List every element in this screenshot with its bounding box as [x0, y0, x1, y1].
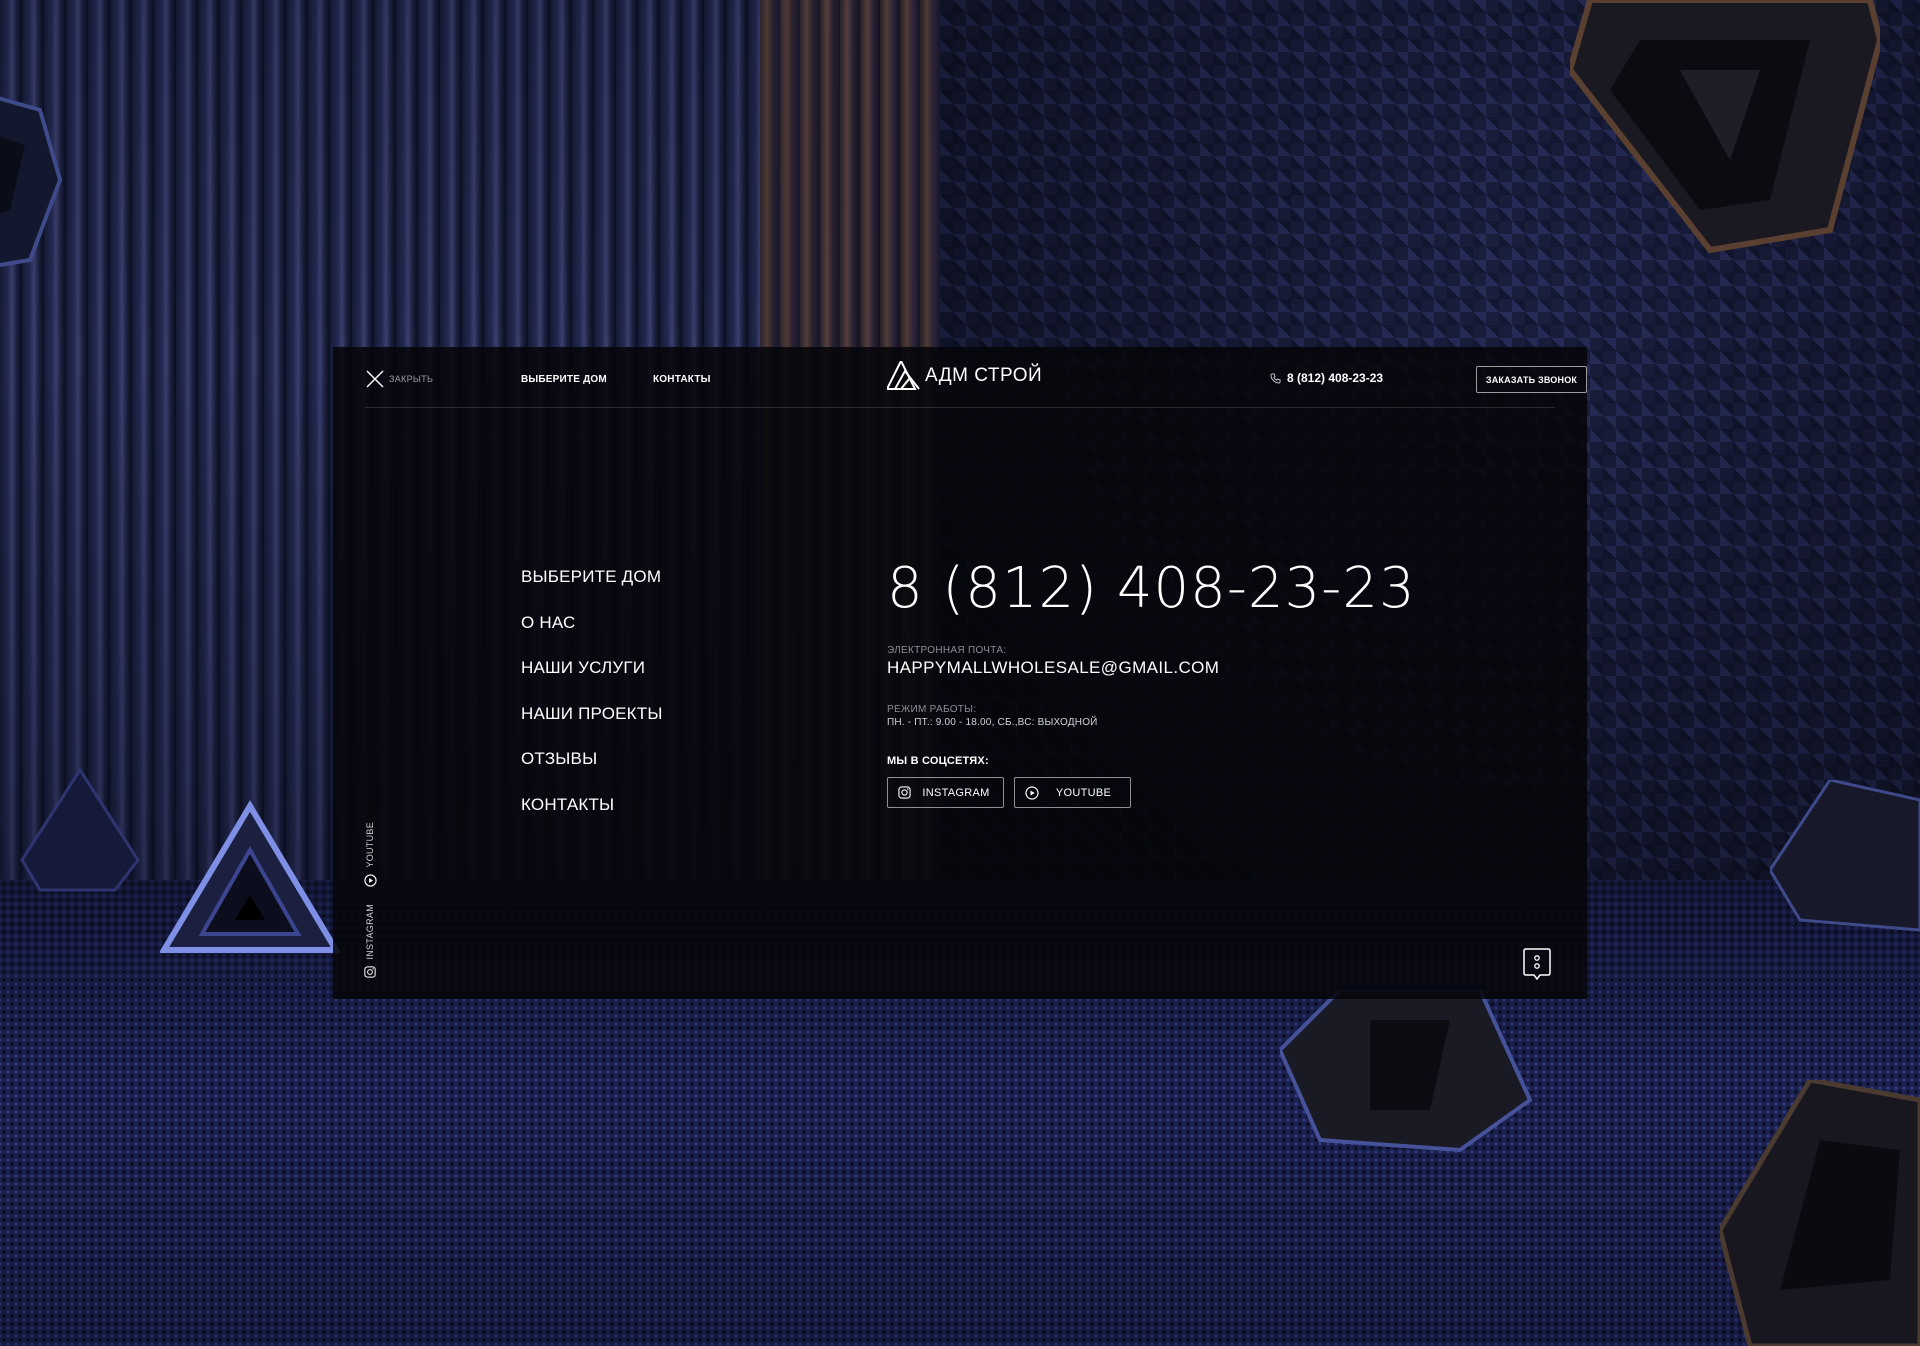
menu-item-about[interactable]: О НАС	[521, 613, 663, 659]
close-button[interactable]: ЗАКРЫТЬ	[365, 369, 433, 389]
side-instagram-link[interactable]: INSTAGRAM	[363, 904, 377, 978]
chat-button[interactable]	[1523, 948, 1551, 981]
logo-text: АДМ СТРОЙ	[925, 365, 1043, 386]
social-buttons: INSTAGRAM YOUTUBE	[887, 777, 1447, 808]
menu-item-reviews[interactable]: ОТЗЫВЫ	[521, 749, 663, 795]
hours-value: ПН. - ПТ.: 9.00 - 18.00, СБ.,ВС: ВЫХОДНО…	[887, 717, 1098, 728]
email-label: ЭЛЕКТРОННАЯ ПОЧТА:	[887, 645, 1007, 656]
youtube-icon	[363, 873, 377, 887]
menu-overlay: ЗАКРЫТЬ ВЫБЕРИТЕ ДОМ КОНТАКТЫ АДМ СТРОЙ …	[333, 347, 1587, 999]
close-label: ЗАКРЫТЬ	[389, 374, 434, 384]
header-phone-link[interactable]: 8 (812) 408-23-23	[1270, 371, 1383, 385]
order-callback-button[interactable]: ЗАКАЗАТЬ ЗВОНОК	[1476, 366, 1587, 393]
menu-item-choose-house[interactable]: ВЫБЕРИТЕ ДОМ	[521, 567, 663, 613]
menu-item-contacts[interactable]: КОНТАКТЫ	[521, 795, 663, 841]
logo[interactable]: АДМ СТРОЙ	[887, 361, 1042, 391]
contact-phone[interactable]: 8 (812) 408-23-23	[887, 557, 1447, 621]
contact-block: 8 (812) 408-23-23 ЭЛЕКТРОННАЯ ПОЧТА: HAP…	[887, 557, 1447, 808]
social-heading: МЫ В СОЦСЕТЯХ:	[887, 755, 989, 767]
main-menu: ВЫБЕРИТЕ ДОМ О НАС НАШИ УСЛУГИ НАШИ ПРОЕ…	[521, 567, 663, 841]
instagram-icon	[898, 786, 911, 799]
chat-icon	[1523, 948, 1551, 981]
menu-item-services[interactable]: НАШИ УСЛУГИ	[521, 658, 663, 704]
side-youtube-link[interactable]: YOUTUBE	[363, 822, 377, 887]
side-youtube-label: YOUTUBE	[365, 822, 375, 868]
menu-item-projects[interactable]: НАШИ ПРОЕКТЫ	[521, 704, 663, 750]
instagram-icon	[364, 965, 376, 978]
youtube-button-label: YOUTUBE	[1055, 786, 1112, 799]
email-link[interactable]: HAPPYMALLWHOLESALE@GMAIL.COM	[887, 658, 1447, 678]
youtube-button[interactable]: YOUTUBE	[1014, 777, 1131, 808]
youtube-icon	[1025, 785, 1039, 800]
side-instagram-label: INSTAGRAM	[365, 904, 375, 960]
logo-mark-icon	[887, 361, 920, 390]
top-nav-choose-house[interactable]: ВЫБЕРИТЕ ДОМ	[521, 374, 607, 385]
phone-icon	[1270, 372, 1281, 384]
close-icon	[366, 370, 384, 388]
top-nav-contacts[interactable]: КОНТАКТЫ	[653, 374, 711, 385]
hours-label: РЕЖИМ РАБОТЫ:	[887, 704, 977, 715]
instagram-button-label: INSTAGRAM	[922, 786, 990, 799]
instagram-button[interactable]: INSTAGRAM	[887, 777, 1004, 808]
top-bar: ЗАКРЫТЬ ВЫБЕРИТЕ ДОМ КОНТАКТЫ АДМ СТРОЙ …	[365, 347, 1587, 408]
header-phone-text: 8 (812) 408-23-23	[1287, 371, 1384, 385]
